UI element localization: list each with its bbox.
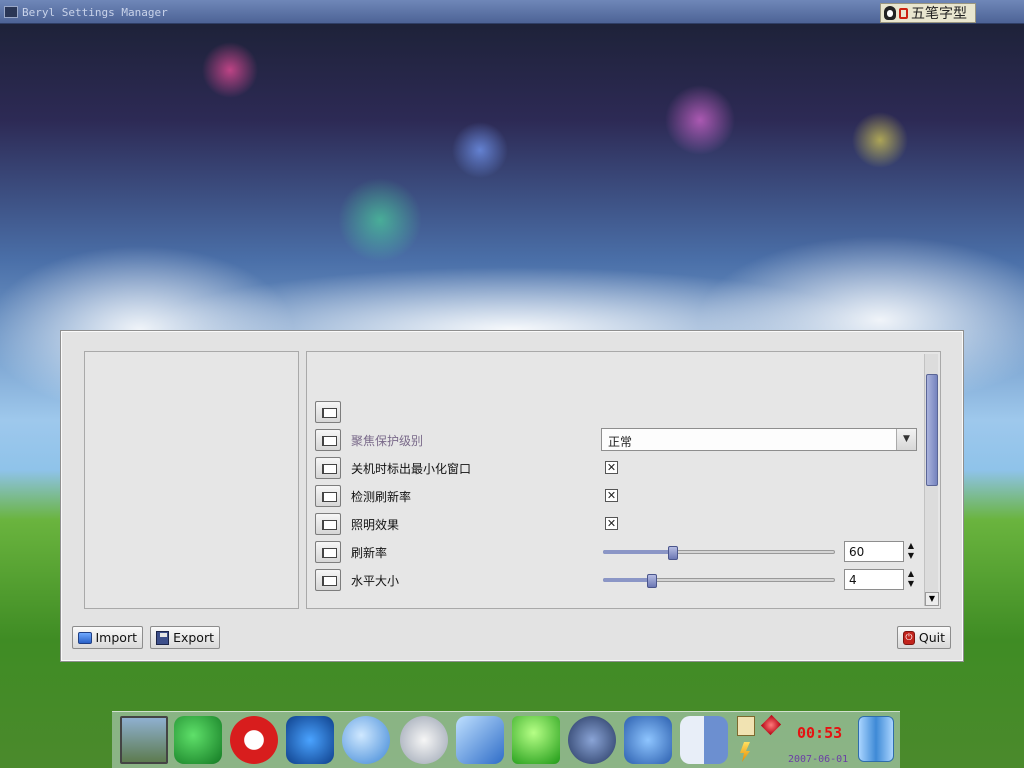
option-row-detect-refresh: 检测刷新率 ✕ [309,482,922,510]
reset-option-icon[interactable] [315,569,341,591]
option-label: 水平大小 [351,574,400,588]
clock-date: 2007-06-01 [788,754,849,765]
horizontal-size-spinbox[interactable]: 4 [844,569,904,590]
app-icon [4,6,18,18]
spinbox-value: 4 [849,573,857,587]
spinbox-value: 60 [849,545,865,559]
category-panel[interactable] [84,351,299,609]
reset-option-icon[interactable] [315,541,341,563]
lighting-checkbox[interactable]: ✕ [605,517,618,530]
option-label: 聚焦保护级别 [351,434,424,448]
reset-option-icon[interactable] [315,485,341,507]
export-button[interactable]: Export [150,626,220,649]
trash-icon[interactable] [858,716,894,762]
network-settings-icon[interactable] [624,716,672,764]
option-row-refresh-rate: 刷新率 60 ▲ ▼ [309,538,922,566]
reset-option-icon[interactable] [315,513,341,535]
settings-window: 聚焦保护级别 正常 ▼ 关机时标出最小化窗口 ✕ 检测刷新率 ✕ 照明效果 ✕ [60,330,964,662]
reset-option-icon[interactable] [315,429,341,451]
spin-arrows-icon[interactable]: ▲ ▼ [906,569,916,590]
scrollbar-thumb[interactable] [926,374,938,486]
ruby-icon[interactable] [760,714,782,736]
save-disk-icon [156,630,170,645]
option-row-focus-protection: 聚焦保护级别 正常 ▼ [309,426,922,454]
option-row [309,398,922,426]
reset-option-icon[interactable] [315,401,341,423]
export-label: Export [173,630,214,645]
option-label: 关机时标出最小化窗口 [351,462,472,476]
options-panel: 聚焦保护级别 正常 ▼ 关机时标出最小化窗口 ✕ 检测刷新率 ✕ 照明效果 ✕ [306,351,941,609]
power-icon: ⏻ [903,630,915,645]
folder-icon [78,631,92,644]
chat-icon[interactable] [342,716,390,764]
clock-time: 00:53 [797,724,843,742]
refresh-rate-slider[interactable] [603,546,835,560]
chevron-down-icon[interactable]: ▼ [896,429,916,450]
scroll-down-icon[interactable]: ▼ [925,592,939,606]
option-label: 刷新率 [351,546,388,560]
window-title-area: Beryl Settings Manager [4,4,168,20]
focus-level-select[interactable]: 正常 ▼ [601,428,917,451]
mail-client-icon[interactable] [400,716,448,764]
wolf-icon[interactable] [568,716,616,764]
ime-mode-label: 五笔字型 [911,6,967,22]
option-row-lighting: 照明效果 ✕ [309,510,922,538]
option-label: 检测刷新率 [351,490,412,504]
opera-browser-icon[interactable] [230,716,278,764]
options-list: 聚焦保护级别 正常 ▼ 关机时标出最小化窗口 ✕ 检测刷新率 ✕ 照明效果 ✕ [309,398,922,608]
photo-launcher-icon[interactable] [120,716,168,764]
detect-refresh-checkbox[interactable]: ✕ [605,489,618,502]
slider-fill [603,550,673,554]
option-label: 照明效果 [351,518,400,532]
refresh-rate-spinbox[interactable]: 60 [844,541,904,562]
quit-label: Quit [918,630,945,645]
penguin-icon [884,6,896,20]
dock: 00:53 2007-06-01 [112,711,900,768]
lock-icon [899,7,908,19]
network-browser-icon[interactable] [286,716,334,764]
mark-minimized-checkbox[interactable]: ✕ [605,461,618,474]
top-bar: Beryl Settings Manager 五笔字型 [0,0,1024,24]
input-method-indicator[interactable]: 五笔字型 [880,3,976,23]
gem-icon[interactable] [512,716,560,764]
import-label: Import [95,630,138,645]
option-row-mark-minimized: 关机时标出最小化窗口 ✕ [309,454,922,482]
horizontal-size-slider[interactable] [603,574,835,588]
slider-handle[interactable] [668,546,678,560]
select-value: 正常 [608,435,633,449]
window-title: Beryl Settings Manager [22,5,168,19]
option-row-horizontal-size: 水平大小 4 ▲ ▼ [309,566,922,594]
import-button[interactable]: Import [72,626,143,649]
mail-icon[interactable] [174,716,222,764]
slider-handle[interactable] [647,574,657,588]
keyboard-icon[interactable] [737,716,755,736]
quit-button[interactable]: ⏻ Quit [897,626,951,649]
options-scrollbar[interactable]: ▼ [924,354,939,606]
slider-fill [603,578,652,582]
finder-icon[interactable] [680,716,728,764]
text-editor-icon[interactable] [456,716,504,764]
reset-option-icon[interactable] [315,457,341,479]
lightning-icon[interactable] [740,742,750,762]
spin-arrows-icon[interactable]: ▲ ▼ [906,541,916,562]
